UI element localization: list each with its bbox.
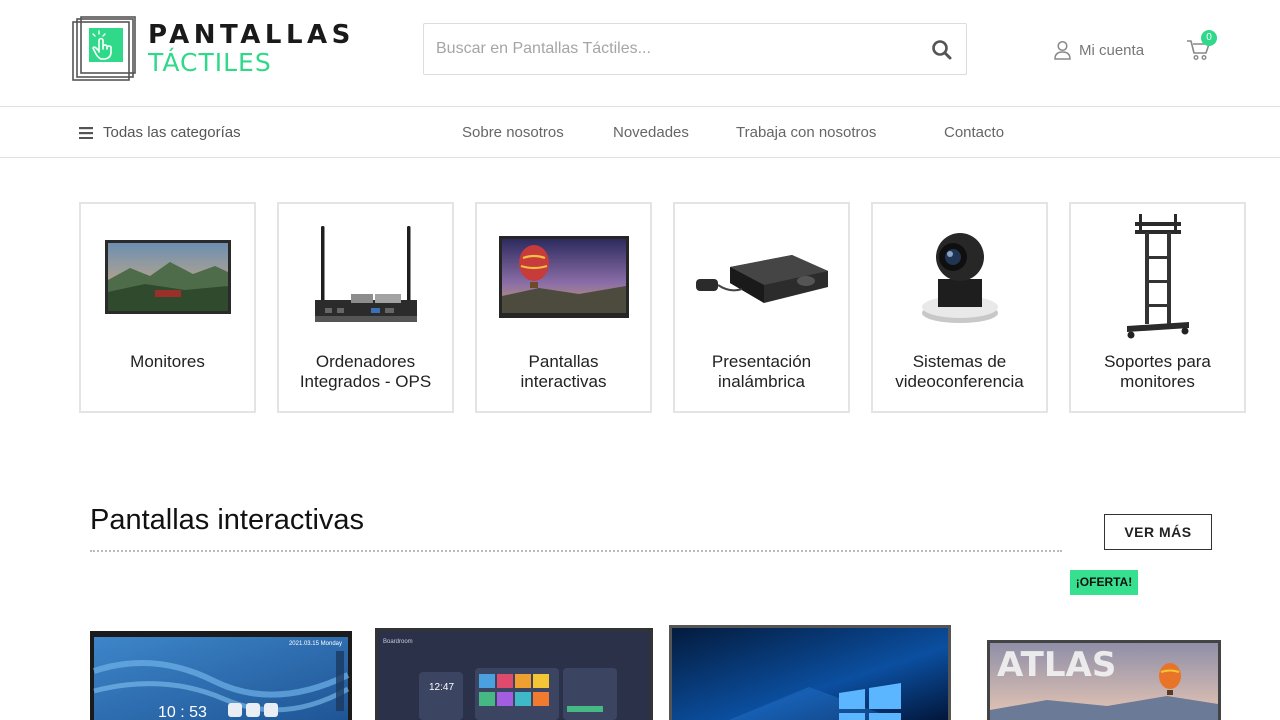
search-icon[interactable] [928,36,956,64]
product-card-2[interactable]: Boardroom 12:47 [375,628,653,720]
product-card-1[interactable]: 2021.03.15 Monday 10 : 53 [90,631,352,720]
ops-computer-image [279,212,452,342]
main-navigation: Todas las categorías Sobre nosotros Nove… [0,108,1280,158]
nav-link-careers[interactable]: Trabaja con nosotros [736,124,876,141]
screen-time: 12:47 [429,682,454,693]
category-card-videoconference[interactable]: Sistemas de videoconferencia [871,202,1048,413]
nav-link-about[interactable]: Sobre nosotros [462,124,564,141]
category-card-monitors[interactable]: Monitores [79,202,256,413]
category-label: Ordenadores Integrados - OPS [299,352,432,391]
cart-count-badge: 0 [1201,30,1217,46]
nav-link-contact[interactable]: Contacto [944,124,1004,141]
site-logo[interactable]: PANTALLAS TÁCTILES [72,16,372,86]
all-categories-menu[interactable]: Todas las categorías [79,124,241,141]
logo-text-secondary: TÁCTILES [148,48,272,77]
ptz-camera-image [873,212,1046,342]
account-link[interactable]: Mi cuenta [1054,38,1144,62]
screen-header: Boardroom [383,639,413,645]
product-image: Boardroom 12:47 [375,628,653,720]
screen-time: 10 : 53 [158,704,207,720]
monitor-image [81,212,254,342]
category-card-interactive[interactable]: Pantallas interactivas [475,202,652,413]
screen-brand: ATLAS [997,645,1116,685]
logo-text-primary: PANTALLAS [148,20,355,50]
product-card-4[interactable]: ATLAS [987,640,1221,720]
account-label: Mi cuenta [1079,41,1145,59]
category-label: Presentación inalámbrica [711,352,812,391]
category-label: Sistemas de videoconferencia [895,352,1024,391]
user-icon [1054,40,1071,60]
nav-link-news[interactable]: Novedades [613,124,689,141]
product-image: ATLAS [987,640,1221,720]
interactive-display-image [477,212,650,342]
category-card-ops[interactable]: Ordenadores Integrados - OPS [277,202,454,413]
category-label: Pantallas interactivas [520,352,607,391]
category-label: Monitores [130,352,205,371]
offer-badge: ¡OFERTA! [1070,570,1138,595]
monitor-stand-image [1071,212,1244,342]
hamburger-menu-icon [79,126,93,139]
product-image [669,625,951,720]
hand-touch-logo-icon [72,16,136,81]
search-box [423,23,967,75]
category-label: Soportes para monitores [1104,352,1211,391]
site-header: PANTALLAS TÁCTILES Mi cuenta 0 [0,0,1280,107]
search-input[interactable] [436,24,906,74]
product-image: 2021.03.15 Monday 10 : 53 [90,631,352,720]
category-card-wireless[interactable]: Presentación inalámbrica [673,202,850,413]
section-divider [90,550,1062,552]
wireless-presentation-image [675,212,848,342]
product-card-3[interactable] [669,625,951,720]
category-card-stands[interactable]: Soportes para monitores [1069,202,1246,413]
section-title: Pantallas interactivas [90,504,365,536]
all-categories-label: Todas las categorías [103,124,241,141]
view-more-button[interactable]: VER MÁS [1104,514,1212,550]
screen-date: 2021.03.15 Monday [289,641,342,647]
